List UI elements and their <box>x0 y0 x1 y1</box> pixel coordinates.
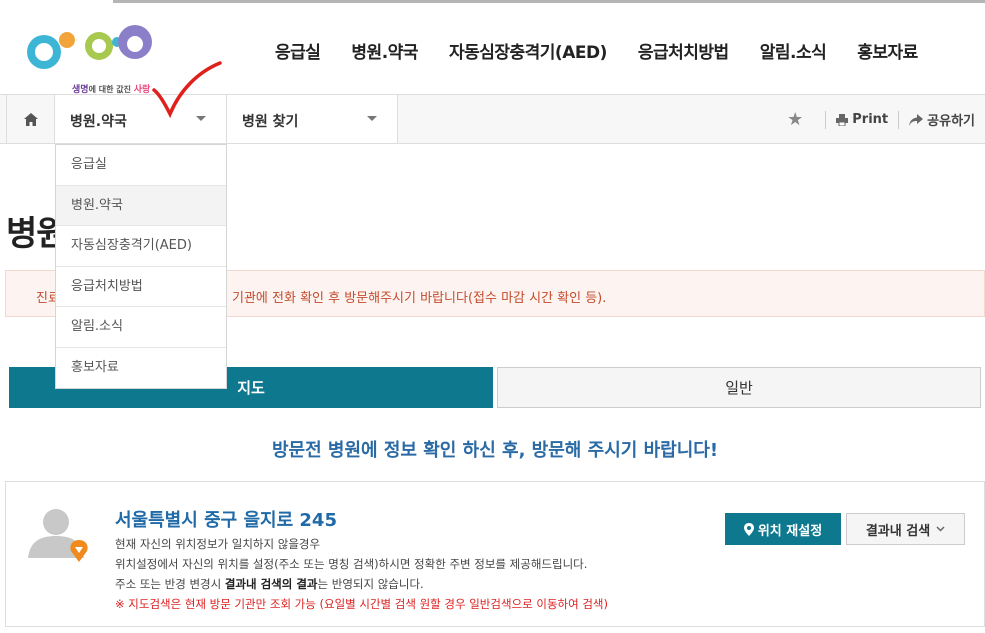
search-within-results-label: 결과내 검색 <box>865 523 931 539</box>
reset-location-label: 위치 재설정 <box>757 523 823 539</box>
menu-item-promo[interactable]: 홍보자료 <box>56 348 226 389</box>
help-line-2: 위치설정에서 자신의 위치를 설정(주소 또는 명칭 검색)하시면 정확한 주변… <box>115 557 588 571</box>
map-pin-icon <box>743 522 754 536</box>
star-icon[interactable]: ★ <box>787 109 803 130</box>
nav-er[interactable]: 응급실 <box>275 38 321 63</box>
divider <box>825 110 827 129</box>
menu-item-er[interactable]: 응급실 <box>56 145 226 186</box>
help-line-3: 주소 또는 반경 변경시 결과내 검색의 결과는 반영되지 않습니다. <box>115 577 424 591</box>
reset-location-button[interactable]: 위치 재설정 <box>725 513 841 545</box>
divider <box>898 110 900 129</box>
home-icon <box>23 112 38 126</box>
location-panel: 서울특별시 중구 을지로 245 현재 자신의 위치정보가 일치하지 않을경우 … <box>5 481 985 627</box>
caret-down-icon <box>367 116 377 121</box>
notice-text: 기관에 전화 확인 후 방문해주시기 바랍니다(접수 마감 시간 확인 등). <box>232 291 607 306</box>
nav-first-aid[interactable]: 응급처치방법 <box>638 38 729 63</box>
utility-menu: ★ Print 공유하기 <box>787 109 975 130</box>
nav-hospital-pharmacy[interactable]: 병원.약국 <box>351 38 418 63</box>
current-address: 서울특별시 중구 을지로 245 <box>115 510 337 531</box>
help-line-1: 현재 자신의 위치정보가 일치하지 않을경우 <box>115 537 321 551</box>
help-line-4: ※ 지도검색은 현재 방문 기관만 조회 가능 (요일별 시간별 검색 원할 경… <box>115 597 608 611</box>
location-help-text: 현재 자신의 위치정보가 일치하지 않을경우 위치설정에서 자신의 위치를 설정… <box>115 534 608 614</box>
nav-news[interactable]: 알림.소식 <box>760 38 827 63</box>
dropdown-depth1-label: 병원.약국 <box>70 114 127 130</box>
share-label: 공유하기 <box>927 114 975 129</box>
header: 생명에 대한 값진 사랑 응급실 병원.약국 자동심장충격기(AED) 응급처치… <box>0 4 985 95</box>
logo[interactable]: 생명에 대한 값진 사랑 <box>22 20 162 95</box>
location-bar: 병원.약국 병원 찾기 ★ Print 공유하기 <box>0 94 985 144</box>
dropdown-depth2[interactable]: 병원 찾기 <box>227 95 398 143</box>
check-annotation-icon <box>152 61 222 119</box>
tab-general[interactable]: 일반 <box>497 367 981 408</box>
search-within-results-button[interactable]: 결과내 검색 <box>846 513 965 545</box>
dropdown-menu: 응급실 병원.약국 자동심장충격기(AED) 응급처치방법 알림.소식 홍보자료 <box>55 144 227 389</box>
home-button[interactable] <box>6 95 55 143</box>
share-button[interactable]: 공유하기 <box>909 110 975 129</box>
logo-graphic <box>27 25 152 69</box>
menu-item-hospital-pharmacy[interactable]: 병원.약국 <box>56 185 226 226</box>
main-nav: 응급실 병원.약국 자동심장충격기(AED) 응급처치방법 알림.소식 홍보자료 <box>275 38 918 63</box>
share-icon <box>909 113 924 126</box>
printer-icon <box>836 113 849 126</box>
print-button[interactable]: Print <box>836 112 888 127</box>
menu-item-aed[interactable]: 자동심장충격기(AED) <box>56 226 226 267</box>
dropdown-depth2-label: 병원 찾기 <box>242 114 299 130</box>
chevron-down-icon <box>936 526 945 532</box>
print-label: Print <box>852 112 889 127</box>
menu-item-news[interactable]: 알림.소식 <box>56 307 226 348</box>
user-location-avatar-icon <box>28 509 88 562</box>
visit-message: 방문전 병원에 정보 확인 하신 후, 방문해 주시기 바랍니다! <box>271 440 719 461</box>
nav-aed[interactable]: 자동심장충격기(AED) <box>449 38 607 63</box>
menu-item-first-aid[interactable]: 응급처치방법 <box>56 267 226 307</box>
nav-promo[interactable]: 홍보자료 <box>857 38 918 63</box>
